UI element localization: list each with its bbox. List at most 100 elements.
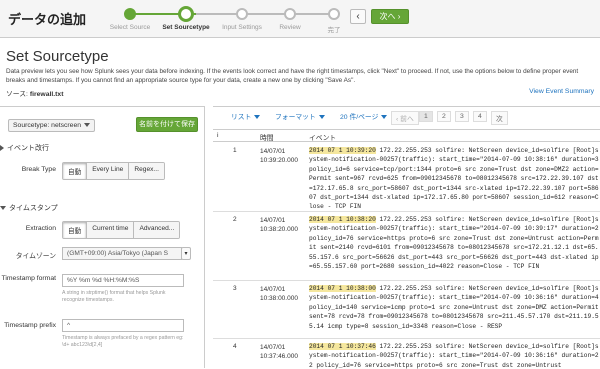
timestamp-format-help: A string in strptime() format that helps… xyxy=(62,290,166,303)
row-clock: 10:38:00.000 xyxy=(260,295,298,302)
timestamp-highlight: 2014 07 1 10:39:20 xyxy=(309,147,376,154)
row-clock: 10:39:20.000 xyxy=(260,157,298,164)
page-description: Data preview lets you see how Splunk see… xyxy=(6,68,579,84)
next-page-button[interactable]: 次 xyxy=(491,111,508,125)
sourcetype-dropdown[interactable]: Sourcetype: netscreen xyxy=(8,119,96,132)
timestamp-highlight: 2014 07 1 10:37:46 xyxy=(309,343,376,350)
timestamp-format-label: Timestamp format xyxy=(1,275,56,282)
timezone-select[interactable]: (GMT+09:00) Asia/Tokyo (Japan S xyxy=(62,247,182,260)
page-4-button[interactable]: 4 xyxy=(473,111,487,122)
wizard-steps: Select Source Set Sourcetype Input Setti… xyxy=(110,6,348,34)
row-number: 3 xyxy=(233,285,237,292)
timestamp-title: タイムスタンプ xyxy=(9,205,58,212)
row-clock: 10:37:46.000 xyxy=(260,353,298,360)
step-dot-review xyxy=(284,8,296,20)
step-dot-input-settings xyxy=(236,8,248,20)
step-dot-done xyxy=(328,8,340,20)
chevron-down-icon xyxy=(381,115,388,120)
row-number: 4 xyxy=(233,343,237,350)
step-dot-set-sourcetype xyxy=(178,6,194,22)
page-2-button[interactable]: 2 xyxy=(437,111,451,122)
break-type-every-line[interactable]: Every Line xyxy=(87,163,130,179)
table-row[interactable]: 1 14/07/01 10:39:20.000 2014 07 1 10:39:2… xyxy=(213,143,600,212)
extraction-advanced[interactable]: Advanced... xyxy=(134,222,180,238)
extraction-selector: 自動 Current time Advanced... xyxy=(62,221,181,239)
source-value: firewall.txt xyxy=(29,91,64,98)
table-row[interactable]: 2 14/07/01 10:38:20.000 2014 07 1 10:38:2… xyxy=(213,212,600,281)
source-info: ソース: firewall.txt xyxy=(6,88,63,98)
event-breaks-section[interactable]: イベント改行 xyxy=(0,143,49,153)
events-table-header: i 時間 イベント xyxy=(213,129,600,142)
per-page-dropdown[interactable]: 20 件/ページ xyxy=(340,111,388,121)
chevron-down-icon[interactable]: ▾ xyxy=(181,247,191,260)
format-label: フォーマット xyxy=(275,114,316,121)
preview-panel: リスト フォーマット 20 件/ページ ‹ 前へ 1 2 3 4 次 i 時間 … xyxy=(213,106,600,369)
back-button[interactable]: ‹ xyxy=(350,9,366,24)
expand-column-icon: i xyxy=(217,132,219,139)
row-date: 14/07/01 xyxy=(260,344,286,351)
row-clock: 10:38:20.000 xyxy=(260,226,298,233)
page-header-title: データの追加 xyxy=(8,12,87,27)
caret-right-icon xyxy=(0,145,4,152)
row-time: 14/07/01 10:37:46.000 xyxy=(260,343,305,361)
wizard-track xyxy=(130,13,338,15)
timestamp-highlight: 2014 07 1 10:38:20 xyxy=(309,216,376,223)
extraction-label: Extraction xyxy=(25,225,56,232)
chevron-down-icon xyxy=(318,115,325,120)
row-date: 14/07/01 xyxy=(260,286,286,293)
source-label: ソース: xyxy=(6,91,28,98)
prev-page-button[interactable]: ‹ 前へ xyxy=(391,111,419,125)
top-bar: データの追加 Select Source Set Sourcetype Inpu… xyxy=(0,0,600,38)
table-row[interactable]: 3 14/07/01 10:38:00.000 2014 07 1 10:38:0… xyxy=(213,281,600,339)
timestamp-prefix-help: Timestamp is always prefaced by a regex … xyxy=(62,335,184,348)
step-label-done: 完了 xyxy=(327,27,341,34)
extraction-current-time[interactable]: Current time xyxy=(87,222,135,238)
format-dropdown[interactable]: フォーマット xyxy=(275,111,325,121)
step-label-review: Review xyxy=(279,24,301,31)
row-date: 14/07/01 xyxy=(260,217,286,224)
event-text: 2014 07 1 10:38:00 172.22.255.253 solfir… xyxy=(309,284,600,331)
per-page-label: 20 件/ページ xyxy=(340,114,379,121)
event-text: 2014 07 1 10:39:20 172.22.255.253 solfir… xyxy=(309,146,600,212)
list-view-label: リスト xyxy=(231,114,252,121)
event-body: 172.22.255.253 solfire: NetScreen device… xyxy=(309,147,599,211)
timestamp-prefix-input[interactable]: ^ xyxy=(62,319,184,332)
extraction-auto[interactable]: 自動 xyxy=(63,222,88,238)
row-number: 1 xyxy=(233,147,237,154)
column-time[interactable]: 時間 xyxy=(260,132,274,142)
timestamp-format-input[interactable]: %Y %m %d %H:%M:%S xyxy=(62,274,184,287)
step-label-select-source: Select Source xyxy=(109,24,151,31)
timestamp-highlight: 2014 07 1 10:38:00 xyxy=(309,285,376,292)
break-type-regex[interactable]: Regex... xyxy=(129,163,164,179)
column-event[interactable]: イベント xyxy=(309,132,336,142)
chevron-down-icon xyxy=(254,115,261,120)
event-text: 2014 07 1 10:38:20 172.22.255.253 solfir… xyxy=(309,215,600,271)
row-time: 14/07/01 10:39:20.000 xyxy=(260,147,305,165)
chevron-down-icon xyxy=(84,123,91,128)
step-label-input-settings: Input Settings xyxy=(222,24,262,31)
chevron-left-icon: ‹ xyxy=(356,11,360,22)
timestamp-prefix-label: Timestamp prefix xyxy=(4,322,56,329)
sourcetype-label: Sourcetype: netscreen xyxy=(13,122,82,129)
save-as-button[interactable]: 名前を付けて保存 xyxy=(136,117,198,132)
page-1-button[interactable]: 1 xyxy=(419,111,433,122)
view-event-summary-link[interactable]: View Event Summary xyxy=(529,88,594,95)
page-3-button[interactable]: 3 xyxy=(455,111,469,122)
break-type-label: Break Type xyxy=(21,166,56,173)
settings-panel: Sourcetype: netscreen 名前を付けて保存 イベント改行 Br… xyxy=(0,106,205,368)
caret-down-icon xyxy=(0,206,6,211)
event-body: 172.22.255.253 solfire: NetScreen device… xyxy=(309,216,599,271)
break-type-auto[interactable]: 自動 xyxy=(63,163,88,179)
page-title: Set Sourcetype xyxy=(6,48,109,65)
timestamp-section[interactable]: タイムスタンプ xyxy=(0,203,58,213)
next-button[interactable]: 次へ › xyxy=(371,9,409,24)
table-row[interactable]: 4 14/07/01 10:37:46.000 2014 07 1 10:37:4… xyxy=(213,339,600,369)
step-label-set-sourcetype: Set Sourcetype xyxy=(162,24,210,31)
event-text: 2014 07 1 10:37:46 172.22.255.253 solfir… xyxy=(309,342,600,369)
event-breaks-title: イベント改行 xyxy=(7,145,49,152)
row-number: 2 xyxy=(233,216,237,223)
row-time: 14/07/01 10:38:20.000 xyxy=(260,216,305,234)
list-view-dropdown[interactable]: リスト xyxy=(231,111,261,121)
timezone-label: タイムゾーン xyxy=(15,253,56,260)
row-date: 14/07/01 xyxy=(260,148,286,155)
